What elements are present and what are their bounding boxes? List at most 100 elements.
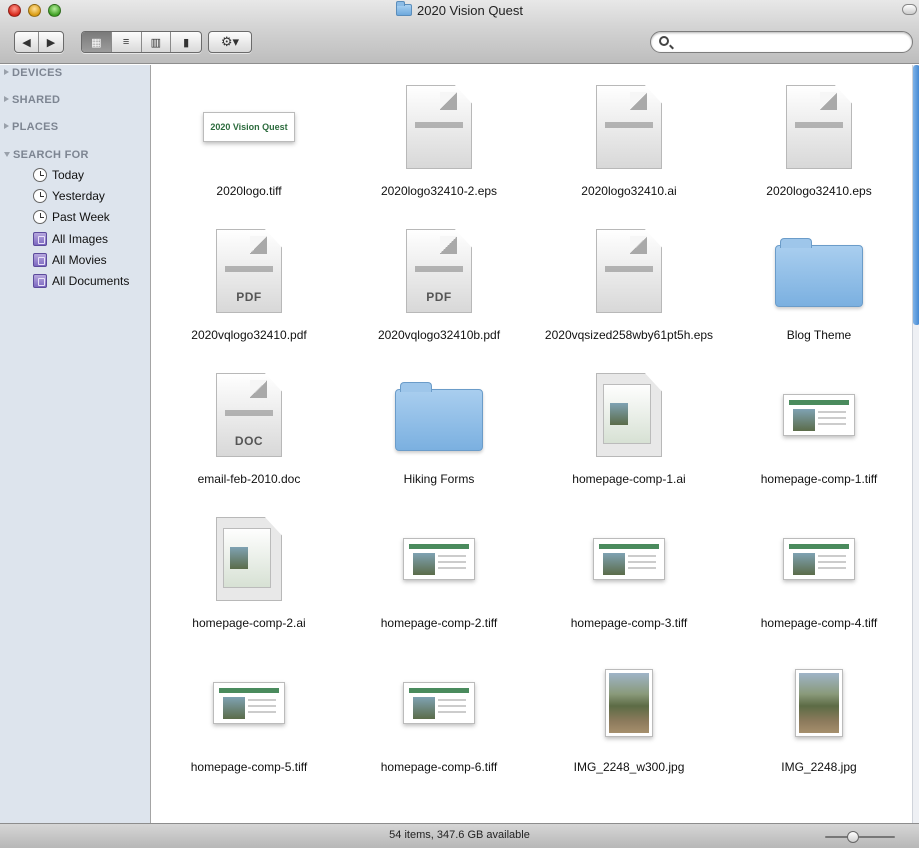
file-item[interactable]: Blog Theme xyxy=(724,215,914,353)
file-thumbnail: PDF xyxy=(406,229,472,313)
file-item[interactable]: homepage-comp-6.tiff xyxy=(344,647,534,785)
toolbar-toggle-button[interactable] xyxy=(902,4,917,15)
image-file-icon xyxy=(771,511,867,607)
file-thumbnail: DOC xyxy=(216,373,282,457)
file-item[interactable]: homepage-comp-4.tiff xyxy=(724,503,914,641)
file-item[interactable]: PDF 2020vqlogo32410b.pdf xyxy=(344,215,534,353)
column-view-button[interactable]: ▥ xyxy=(142,32,172,52)
scrollbar-thumb[interactable] xyxy=(913,65,919,325)
disclosure-triangle-icon xyxy=(4,123,9,129)
document-file-icon xyxy=(581,79,677,175)
document-file-icon xyxy=(771,79,867,175)
sidebar-section-search-for[interactable]: SEARCH FOR xyxy=(4,149,89,161)
file-item[interactable]: 2020vqsized258wby61pt5h.eps xyxy=(534,215,724,353)
list-view-icon: ≡ xyxy=(122,36,130,48)
file-name: 2020vqlogo32410.pdf xyxy=(191,328,307,342)
search-input[interactable] xyxy=(675,34,900,50)
triangle-right-icon: ▶ xyxy=(46,36,56,49)
file-item[interactable]: homepage-comp-1.ai xyxy=(534,359,724,497)
file-item[interactable]: 2020logo32410-2.eps xyxy=(344,71,534,209)
list-view-button[interactable]: ≡ xyxy=(112,32,142,52)
file-item[interactable]: DOC email-feb-2010.doc xyxy=(154,359,344,497)
document-file-icon: DOC xyxy=(201,367,297,463)
file-item[interactable]: Hiking Forms xyxy=(344,359,534,497)
file-item[interactable]: homepage-comp-2.tiff xyxy=(344,503,534,641)
file-item[interactable]: 2020logo32410.eps xyxy=(724,71,914,209)
icon-view-icon: ▦ xyxy=(91,36,102,49)
file-thumbnail xyxy=(596,229,662,313)
folder-icon xyxy=(391,367,487,463)
file-thumbnail xyxy=(596,373,662,457)
sidebar-section-devices[interactable]: DEVICES xyxy=(4,67,62,79)
smart-folder-icon xyxy=(33,253,47,267)
file-thumbnail xyxy=(216,517,282,601)
file-thumbnail xyxy=(403,682,475,724)
file-name: homepage-comp-2.ai xyxy=(192,616,306,630)
forward-button[interactable]: ▶ xyxy=(39,32,63,52)
window-title: 2020 Vision Quest xyxy=(417,3,523,18)
file-icon-grid: 2020 Vision Quest 2020logo.tiff 2020logo32… xyxy=(152,65,912,823)
column-view-icon: ▥ xyxy=(150,36,162,49)
file-name: homepage-comp-2.tiff xyxy=(380,616,498,630)
search-field[interactable] xyxy=(650,31,913,53)
file-item[interactable]: homepage-comp-1.tiff xyxy=(724,359,914,497)
file-item[interactable]: 2020 Vision Quest 2020logo.tiff xyxy=(154,71,344,209)
file-item[interactable]: homepage-comp-2.ai xyxy=(154,503,344,641)
sidebar-section-shared[interactable]: SHARED xyxy=(4,94,60,106)
file-thumbnail xyxy=(596,85,662,169)
file-thumbnail xyxy=(783,394,855,436)
illustrator-file-icon xyxy=(581,367,677,463)
file-thumbnail: 2020 Vision Quest xyxy=(203,112,295,142)
icon-size-slider[interactable] xyxy=(825,836,895,838)
pdf-file-icon: PDF xyxy=(201,223,297,319)
action-menu-button[interactable]: ⚙▾ xyxy=(208,31,252,53)
image-file-icon xyxy=(581,511,677,607)
file-thumbnail xyxy=(395,382,483,451)
clock-icon xyxy=(33,189,47,203)
file-type-badge: PDF xyxy=(236,290,262,304)
file-item[interactable]: homepage-comp-3.tiff xyxy=(534,503,724,641)
file-thumbnail: PDF xyxy=(216,229,282,313)
file-name: homepage-comp-1.tiff xyxy=(760,472,878,486)
image-file-icon xyxy=(391,655,487,751)
navigation-buttons: ◀ ▶ xyxy=(14,31,64,53)
file-name: homepage-comp-1.ai xyxy=(572,472,686,486)
file-item[interactable]: 2020logo32410.ai xyxy=(534,71,724,209)
icon-view-button[interactable]: ▦ xyxy=(82,32,112,52)
window-title-bar: 2020 Vision Quest xyxy=(0,1,919,20)
file-name: 2020vqlogo32410b.pdf xyxy=(377,328,501,342)
illustrator-file-icon xyxy=(201,511,297,607)
file-item[interactable]: homepage-comp-5.tiff xyxy=(154,647,344,785)
file-name: 2020logo32410.ai xyxy=(581,184,677,198)
finder-window: 2020 Vision Quest ◀ ▶ ▦ ≡ ▥ ▮ ⚙▾ DEVICES… xyxy=(0,0,919,848)
status-bar: 54 items, 347.6 GB available xyxy=(0,823,919,848)
folder-icon xyxy=(396,1,412,16)
file-item[interactable]: IMG_2248.jpg xyxy=(724,647,914,785)
file-item[interactable]: PDF 2020vqlogo32410.pdf xyxy=(154,215,344,353)
file-name: 2020vqsized258wby61pt5h.eps xyxy=(544,328,714,342)
sidebar-section-places[interactable]: PLACES xyxy=(4,121,58,133)
vertical-scrollbar[interactable] xyxy=(912,65,919,823)
coverflow-view-icon: ▮ xyxy=(183,36,190,49)
sidebar: DEVICES SHARED PLACES SEARCH FOR Today Y… xyxy=(0,65,151,823)
status-text: 54 items, 347.6 GB available xyxy=(389,829,530,841)
file-type-badge: DOC xyxy=(234,434,264,448)
file-name: Blog Theme xyxy=(786,328,852,342)
image-file-icon xyxy=(201,655,297,751)
icon-size-slider-knob[interactable] xyxy=(847,831,859,843)
triangle-left-icon: ◀ xyxy=(22,36,31,49)
clock-icon xyxy=(33,210,47,224)
file-name: homepage-comp-6.tiff xyxy=(380,760,498,774)
file-thumbnail xyxy=(213,682,285,724)
file-item[interactable]: IMG_2248_w300.jpg xyxy=(534,647,724,785)
document-file-icon xyxy=(391,79,487,175)
photo-file-icon xyxy=(771,655,867,751)
search-icon xyxy=(659,36,669,46)
back-button[interactable]: ◀ xyxy=(15,32,39,52)
file-name: 2020logo32410-2.eps xyxy=(380,184,498,198)
photo-file-icon xyxy=(581,655,677,751)
disclosure-triangle-icon xyxy=(4,69,9,75)
coverflow-view-button[interactable]: ▮ xyxy=(171,32,201,52)
file-name: IMG_2248_w300.jpg xyxy=(573,760,685,774)
image-file-icon: 2020 Vision Quest xyxy=(201,79,297,175)
